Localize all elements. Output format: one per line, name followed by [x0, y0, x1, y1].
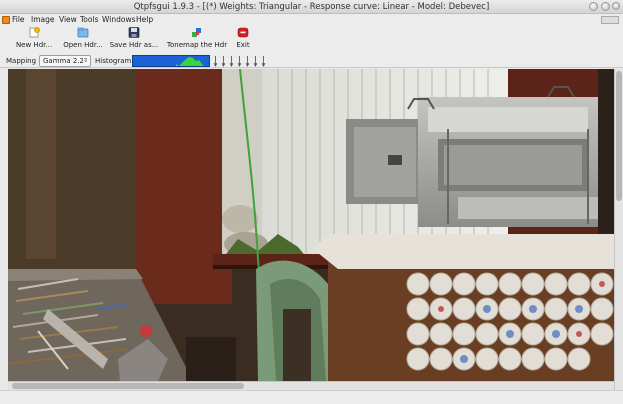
minimize-button[interactable]	[589, 2, 598, 11]
open-hdr-button[interactable]: Open Hdr...	[58, 27, 108, 53]
save-hdr-label: Save Hdr as...	[109, 41, 159, 49]
histogram-label: Histogram	[95, 57, 132, 65]
level-marker-icon[interactable]	[221, 55, 226, 67]
tonemap-icon	[192, 28, 201, 37]
vertical-scrollbar[interactable]	[614, 69, 623, 390]
menu-tools[interactable]: Tools	[80, 15, 98, 24]
app-window: Qtpfsgui 1.9.3 - [(*) Weights: Triangula…	[0, 0, 623, 404]
exit-button[interactable]: Exit	[232, 27, 254, 53]
level-marker-icon[interactable]	[213, 55, 218, 67]
histogram-widget[interactable]	[132, 55, 210, 67]
level-marker-icon[interactable]	[253, 55, 258, 67]
mapping-label: Mapping	[6, 57, 37, 65]
tonemap-label: Tonemap the Hdr	[166, 41, 228, 49]
hdr-image-viewer[interactable]	[8, 69, 614, 381]
gamma-select-value: Gamma 2.2	[43, 57, 84, 65]
title-bar: Qtpfsgui 1.9.3 - [(*) Weights: Triangula…	[0, 0, 623, 14]
gamma-select[interactable]: Gamma 2.2 ⇕	[39, 55, 91, 67]
level-marker-icon[interactable]	[261, 55, 266, 67]
new-hdr-label: New Hdr...	[15, 41, 53, 49]
new-hdr-button[interactable]: New Hdr...	[10, 27, 58, 53]
hdr-photo	[8, 69, 614, 381]
menu-image[interactable]: Image	[31, 15, 55, 24]
main-toolbar: New Hdr... Open Hdr... Save Hdr as... To…	[0, 26, 623, 54]
exit-icon	[237, 27, 249, 38]
chevron-updown-icon: ⇕	[82, 57, 88, 64]
horizontal-scrollbar[interactable]	[8, 381, 614, 390]
exit-label: Exit	[236, 41, 250, 49]
window-title: Qtpfsgui 1.9.3 - [(*) Weights: Triangula…	[133, 2, 490, 12]
tonemap-button[interactable]: Tonemap the Hdr	[166, 27, 228, 53]
menu-help[interactable]: Help	[136, 15, 153, 24]
vertical-scrollbar-thumb[interactable]	[616, 71, 622, 201]
level-marker-icon[interactable]	[229, 55, 234, 67]
new-hdr-icon	[29, 27, 40, 38]
maximize-button[interactable]	[601, 2, 610, 11]
horizontal-scrollbar-thumb[interactable]	[12, 383, 244, 389]
menu-file[interactable]: File	[12, 15, 25, 24]
mdi-controls[interactable]	[601, 16, 619, 24]
status-bar	[0, 390, 623, 404]
level-marker-icon[interactable]	[237, 55, 242, 67]
app-icon	[2, 16, 10, 24]
open-hdr-label: Open Hdr...	[63, 41, 103, 49]
menu-windows[interactable]: Windows	[102, 15, 135, 24]
save-hdr-button[interactable]: Save Hdr as...	[108, 27, 160, 53]
save-icon	[128, 27, 140, 38]
menu-view[interactable]: View	[59, 15, 77, 24]
close-button[interactable]	[612, 2, 620, 10]
level-marker-icon[interactable]	[245, 55, 250, 67]
mapping-bar: Mapping Gamma 2.2 ⇕ Histogram	[0, 54, 623, 68]
histogram-graph	[176, 57, 204, 66]
open-hdr-icon	[77, 27, 89, 38]
menu-bar: File Image View Tools Windows Help	[0, 14, 623, 26]
